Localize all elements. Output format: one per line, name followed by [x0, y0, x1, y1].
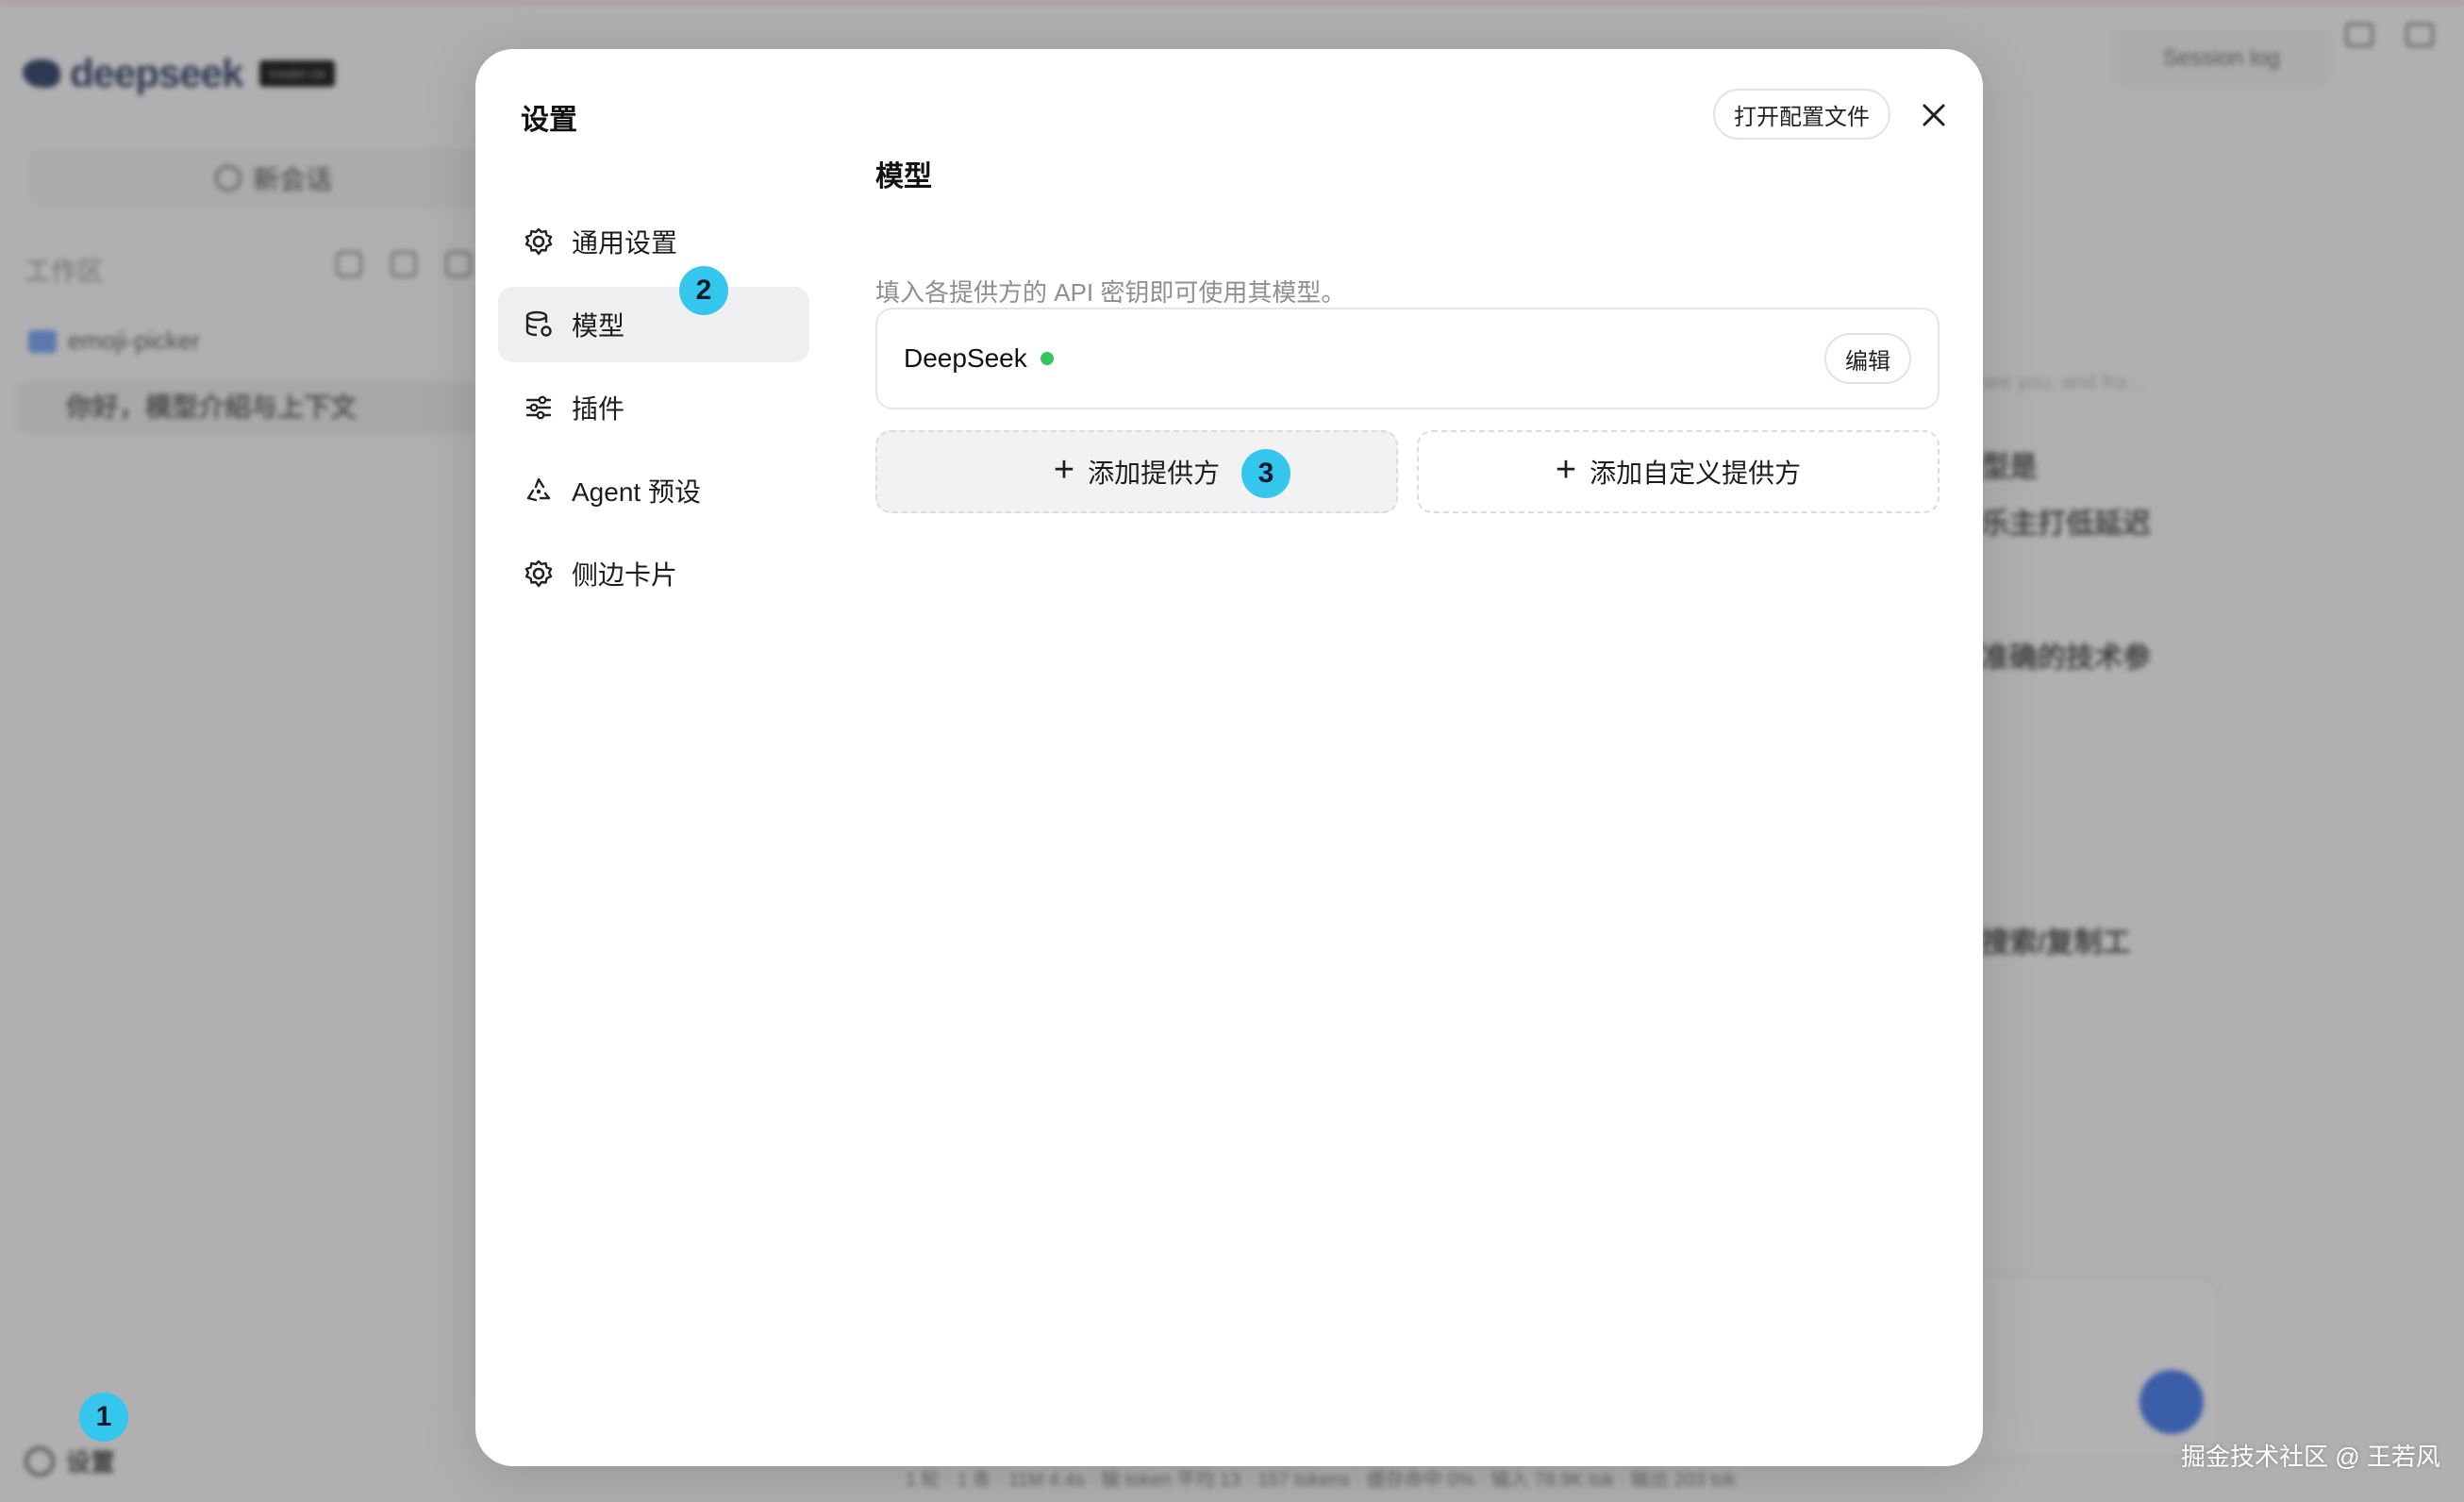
gear-icon: [523, 558, 555, 590]
settings-nav: 通用设置 模型 插件 Agent 预设 侧边卡片: [498, 204, 809, 619]
nav-item-models[interactable]: 模型: [498, 287, 809, 362]
step-badge-3: 3: [1241, 449, 1290, 498]
section-title: 模型: [875, 161, 932, 192]
database-gear-icon: [523, 309, 555, 341]
provider-name: DeepSeek: [904, 343, 1027, 373]
add-custom-provider-button[interactable]: + 添加自定义提供方: [1417, 430, 1940, 513]
sliders-icon: [523, 392, 555, 424]
provider-card: DeepSeek 编辑: [875, 308, 1940, 409]
add-provider-label: 添加提供方: [1088, 459, 1221, 488]
gear-icon: [523, 225, 555, 258]
settings-modal: 设置 打开配置文件 通用设置 模型 插件 Agent 预设 侧边卡片 模型 填入…: [475, 49, 1983, 1466]
plus-icon: +: [1555, 450, 1577, 490]
nav-label: 插件: [572, 394, 625, 424]
add-provider-button[interactable]: + 添加提供方: [875, 430, 1398, 513]
edit-provider-button[interactable]: 编辑: [1824, 333, 1911, 384]
nav-item-side-cards[interactable]: 侧边卡片: [498, 536, 809, 611]
section-description: 填入各提供方的 API 密钥即可使用其模型。: [875, 278, 1346, 307]
nav-label: 通用设置: [572, 228, 678, 258]
status-dot: [1040, 352, 1054, 365]
watermark: 掘金技术社区 @ 王若风: [2181, 1443, 2440, 1471]
recycle-icon: [523, 475, 555, 507]
nav-item-agent-presets[interactable]: Agent 预设: [498, 453, 809, 528]
close-button[interactable]: [1911, 92, 1956, 138]
add-custom-provider-label: 添加自定义提供方: [1590, 459, 1802, 488]
close-icon: [1923, 104, 1945, 126]
nav-item-general[interactable]: 通用设置: [498, 204, 809, 279]
step-badge-1: 1: [79, 1393, 128, 1442]
open-config-button[interactable]: 打开配置文件: [1713, 89, 1890, 140]
nav-label: 侧边卡片: [572, 560, 678, 590]
nav-item-plugins[interactable]: 插件: [498, 370, 809, 445]
modal-title: 设置: [521, 105, 577, 136]
nav-label: 模型: [572, 311, 625, 341]
nav-label: Agent 预设: [572, 477, 701, 507]
plus-icon: +: [1053, 450, 1075, 490]
step-badge-2: 2: [679, 266, 728, 315]
